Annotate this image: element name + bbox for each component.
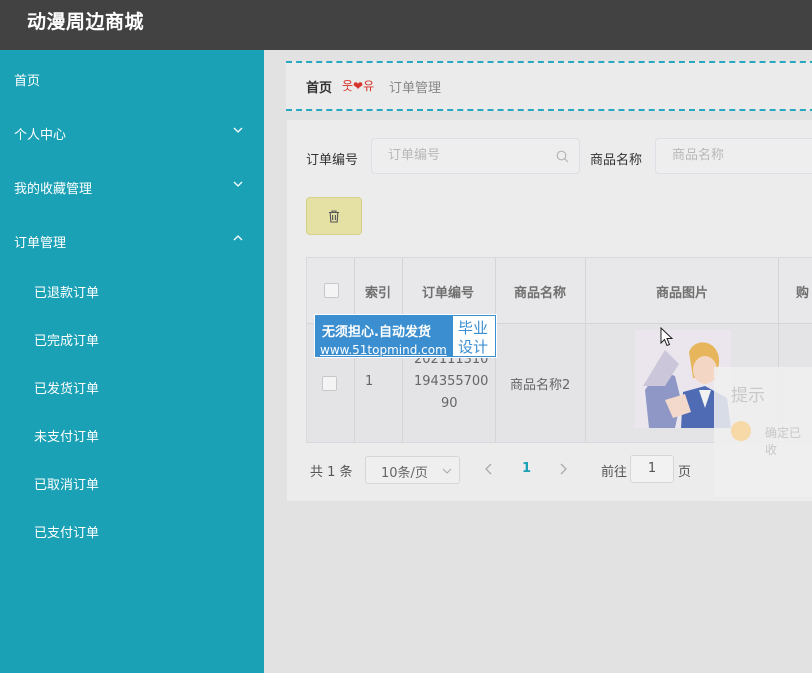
breadcrumb-current: 订单管理 [389, 81, 442, 96]
chevron-up-icon [233, 235, 243, 241]
top-bar: 动漫周边商城 [0, 0, 812, 50]
sidebar-subitem-label: 已完成订单 [34, 334, 100, 349]
dialog-title: 提示 [731, 386, 765, 406]
watermark-url: www.51topmind.com [320, 343, 447, 357]
breadcrumb-separator: 웃❤유 [342, 79, 375, 93]
row-order-no-line: 194355700 [414, 374, 489, 389]
select-all-checkbox[interactable] [324, 283, 339, 298]
sidebar-item-order-management[interactable]: 订单管理 [0, 220, 264, 260]
column-divider [585, 258, 586, 443]
watermark-text: 无须担心.自动发货 [322, 325, 431, 340]
breadcrumb-home[interactable]: 首页 [306, 77, 332, 96]
page-number-current[interactable]: 1 [522, 461, 531, 476]
row-index: 1 [365, 374, 374, 389]
product-name-input[interactable] [670, 147, 812, 164]
watermark-badge-text: 毕业 [458, 319, 489, 337]
page-size-value: 10条/页 [381, 466, 428, 481]
sidebar-subitem-label: 已发货订单 [34, 382, 100, 397]
order-no-label: 订单编号 [306, 153, 359, 168]
sidebar-subitem-label: 已支付订单 [34, 526, 100, 541]
warning-icon [731, 421, 751, 441]
product-name-label: 商品名称 [590, 153, 643, 168]
sidebar: 首页 个人中心 我的收藏管理 订单管理 已退款订单 已完成订单 已发货订单 未支… [0, 50, 264, 673]
sidebar-subitem-label: 未支付订单 [34, 430, 100, 445]
header-purchase: 购 [796, 286, 810, 301]
sidebar-subitem-label: 已退款订单 [34, 286, 100, 301]
sidebar-subitem-cancelled-orders[interactable]: 已取消订单 [0, 462, 264, 502]
header-order-no: 订单编号 [422, 286, 475, 301]
row-product-name: 商品名称2 [510, 378, 571, 393]
dialog-message: 确定已收 [765, 426, 802, 457]
chevron-down-icon [233, 181, 243, 187]
sidebar-item-label: 我的收藏管理 [14, 182, 93, 197]
header-index: 索引 [365, 286, 392, 301]
sidebar-subitem-paid-orders[interactable]: 已支付订单 [0, 510, 264, 550]
sidebar-item-personal-center[interactable]: 个人中心 [0, 112, 264, 152]
sidebar-item-favorites[interactable]: 我的收藏管理 [0, 166, 264, 206]
sidebar-item-label: 首页 [14, 74, 41, 89]
sidebar-item-label: 个人中心 [14, 128, 67, 143]
prev-page-icon[interactable] [484, 463, 494, 475]
chevron-down-icon [233, 127, 243, 133]
app-title: 动漫周边商城 [27, 11, 145, 33]
sidebar-subitem-refunded-orders[interactable]: 已退款订单 [0, 270, 264, 310]
next-page-icon[interactable] [558, 463, 568, 475]
delete-button[interactable] [306, 197, 362, 235]
sidebar-subitem-unpaid-orders[interactable]: 未支付订单 [0, 414, 264, 454]
watermark-banner: 无须担心.自动发货 www.51topmind.com 毕业 设计 [314, 314, 497, 358]
watermark-badge: 毕业 设计 [453, 316, 495, 356]
header-product-name: 商品名称 [514, 286, 567, 301]
order-no-input[interactable] [386, 147, 540, 164]
goto-page-input[interactable]: 1 [630, 455, 674, 483]
trash-icon [329, 210, 339, 223]
header-product-image: 商品图片 [656, 286, 709, 301]
watermark-badge-text: 设计 [458, 338, 489, 356]
search-icon [556, 150, 569, 163]
row-order-no-line: 90 [441, 396, 458, 411]
row-checkbox[interactable] [322, 376, 337, 391]
page-suffix: 页 [678, 465, 692, 480]
sidebar-item-home[interactable]: 首页 [0, 58, 264, 98]
sidebar-subitem-shipped-orders[interactable]: 已发货订单 [0, 366, 264, 406]
sidebar-subitem-label: 已取消订单 [34, 478, 100, 493]
product-name-field[interactable] [655, 138, 812, 174]
page-size-select[interactable]: 10条/页 [365, 456, 460, 484]
chevron-down-icon [442, 468, 452, 474]
sidebar-subitem-completed-orders[interactable]: 已完成订单 [0, 318, 264, 358]
pagination-total: 共 1 条 [310, 465, 353, 480]
goto-label: 前往 [601, 465, 628, 480]
order-no-field[interactable] [371, 138, 580, 174]
mouse-cursor-icon [660, 327, 674, 347]
sidebar-item-label: 订单管理 [14, 236, 67, 251]
